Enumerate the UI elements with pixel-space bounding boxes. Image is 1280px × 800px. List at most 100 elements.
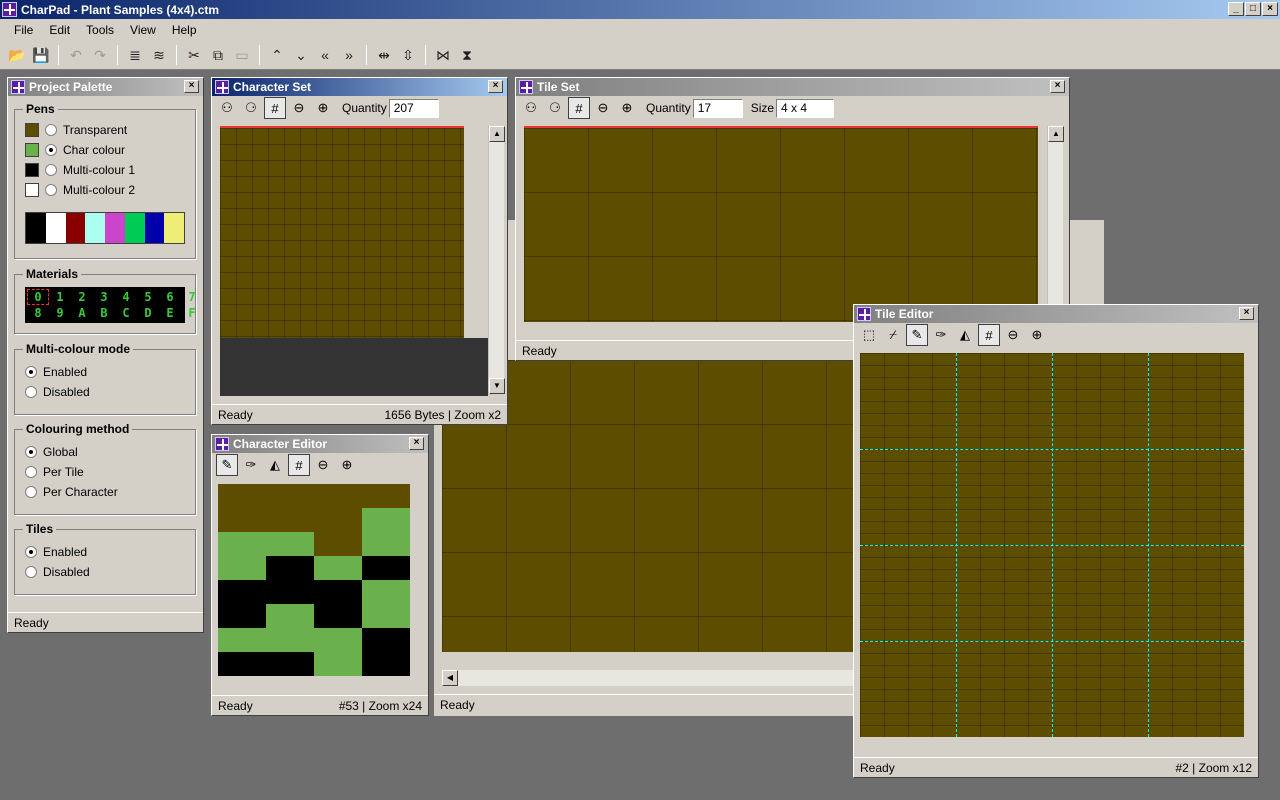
material-cell[interactable]: A bbox=[72, 306, 92, 320]
material-cell[interactable]: C bbox=[116, 306, 136, 320]
radio-button[interactable] bbox=[25, 566, 37, 578]
save-icon[interactable]: 💾 bbox=[30, 44, 52, 66]
quantity-field[interactable]: 207 bbox=[388, 98, 439, 118]
list-icon[interactable]: ≣ bbox=[124, 44, 146, 66]
close-button[interactable]: × bbox=[1262, 2, 1278, 16]
menu-tools[interactable]: Tools bbox=[78, 23, 122, 37]
tile-set-canvas[interactable] bbox=[524, 126, 1038, 322]
mirror-vertical-icon[interactable]: ⧗ bbox=[456, 44, 478, 66]
material-cell[interactable]: 1 bbox=[50, 290, 70, 304]
character-set-canvas[interactable] bbox=[220, 126, 464, 338]
scroll-up-icon[interactable]: ▲ bbox=[489, 126, 505, 142]
project-palette-title-bar[interactable]: Project Palette × bbox=[8, 78, 203, 96]
pen-transparent[interactable]: Transparent bbox=[15, 120, 195, 140]
materials-grid[interactable]: 0 1 2 3 4 5 6 7 8 9 A B C D E F bbox=[25, 287, 196, 323]
grid-icon[interactable]: # bbox=[978, 324, 1000, 346]
scroll-up-icon[interactable]: ▲ bbox=[1048, 126, 1064, 142]
material-cell[interactable]: 9 bbox=[50, 306, 70, 320]
select-icon[interactable]: ⬚ bbox=[858, 324, 880, 346]
material-cell[interactable]: 6 bbox=[160, 290, 180, 304]
grid-icon[interactable]: # bbox=[288, 454, 310, 476]
menu-view[interactable]: View bbox=[122, 23, 164, 37]
fill-icon[interactable]: ◭ bbox=[264, 454, 286, 476]
pen-multi-colour-1[interactable]: Multi-colour 1 bbox=[15, 160, 195, 180]
colour-stripes[interactable] bbox=[25, 212, 185, 244]
binoculars-icon[interactable]: ⚇ bbox=[520, 97, 542, 119]
material-cell[interactable]: 2 bbox=[72, 290, 92, 304]
binoculars-icon[interactable]: ⚇ bbox=[216, 97, 238, 119]
grid-icon[interactable]: # bbox=[264, 97, 286, 119]
binoculars-find-icon[interactable]: ⚆ bbox=[240, 97, 262, 119]
maximize-button[interactable]: □ bbox=[1245, 2, 1261, 16]
mcmode-enabled[interactable]: Enabled bbox=[15, 362, 195, 382]
wrap-icon[interactable]: ≋ bbox=[148, 44, 170, 66]
radio-button[interactable] bbox=[45, 124, 57, 136]
material-cell[interactable]: F bbox=[182, 306, 202, 320]
tile-set-title-bar[interactable]: Tile Set × bbox=[516, 78, 1069, 96]
flip-horizontal-icon[interactable]: ⇹ bbox=[373, 44, 395, 66]
shift-left-icon[interactable]: « bbox=[314, 44, 336, 66]
zoom-in-icon[interactable]: ⊕ bbox=[616, 97, 638, 119]
radio-button[interactable] bbox=[25, 546, 37, 558]
mirror-horizontal-icon[interactable]: ⋈ bbox=[432, 44, 454, 66]
scroll-left-icon[interactable]: ◀ bbox=[442, 670, 458, 686]
colouring-global[interactable]: Global bbox=[15, 442, 195, 462]
minimize-button[interactable]: _ bbox=[1228, 2, 1244, 16]
flip-vertical-icon[interactable]: ⇳ bbox=[397, 44, 419, 66]
radio-button[interactable] bbox=[45, 144, 57, 156]
material-cell[interactable]: B bbox=[94, 306, 114, 320]
magic-pen-icon[interactable]: ✑ bbox=[240, 454, 262, 476]
material-cell[interactable]: 8 bbox=[28, 306, 48, 320]
zoom-out-icon[interactable]: ⊖ bbox=[592, 97, 614, 119]
radio-button[interactable] bbox=[25, 386, 37, 398]
map-horizontal-scrollbar[interactable]: ◀ bbox=[442, 670, 856, 686]
material-cell[interactable]: 3 bbox=[94, 290, 114, 304]
material-cell[interactable]: 4 bbox=[116, 290, 136, 304]
pen-icon[interactable]: ✎ bbox=[216, 454, 238, 476]
open-icon[interactable]: 📂 bbox=[6, 44, 28, 66]
radio-button[interactable] bbox=[25, 446, 37, 458]
zoom-out-icon[interactable]: ⊖ bbox=[312, 454, 334, 476]
binoculars-find-icon[interactable]: ⚆ bbox=[544, 97, 566, 119]
radio-button[interactable] bbox=[25, 466, 37, 478]
close-icon[interactable]: × bbox=[1050, 80, 1065, 93]
character-set-scrollbar[interactable]: ▲ ▼ bbox=[488, 126, 505, 394]
material-cell[interactable]: 5 bbox=[138, 290, 158, 304]
menu-help[interactable]: Help bbox=[164, 23, 205, 37]
zoom-in-icon[interactable]: ⊕ bbox=[336, 454, 358, 476]
shift-down-icon[interactable]: ⌄ bbox=[290, 44, 312, 66]
close-icon[interactable]: × bbox=[409, 437, 424, 450]
radio-button[interactable] bbox=[45, 164, 57, 176]
pen-char-colour[interactable]: Char colour bbox=[15, 140, 195, 160]
material-cell[interactable]: D bbox=[138, 306, 158, 320]
radio-button[interactable] bbox=[25, 486, 37, 498]
radio-button[interactable] bbox=[45, 184, 57, 196]
tile-editor-canvas[interactable] bbox=[860, 353, 1244, 737]
zoom-out-icon[interactable]: ⊖ bbox=[1002, 324, 1024, 346]
radio-button[interactable] bbox=[25, 366, 37, 378]
tile-set-scrollbar[interactable]: ▲ bbox=[1047, 126, 1064, 322]
shift-right-icon[interactable]: » bbox=[338, 44, 360, 66]
mcmode-disabled[interactable]: Disabled bbox=[15, 382, 195, 402]
zoom-out-icon[interactable]: ⊖ bbox=[288, 97, 310, 119]
quantity-field[interactable]: 17 bbox=[692, 98, 743, 118]
tiles-disabled[interactable]: Disabled bbox=[15, 562, 195, 582]
zoom-in-icon[interactable]: ⊕ bbox=[1026, 324, 1048, 346]
tile-editor-title-bar[interactable]: Tile Editor × bbox=[854, 305, 1258, 323]
colouring-per-tile[interactable]: Per Tile bbox=[15, 462, 195, 482]
material-cell[interactable]: E bbox=[160, 306, 180, 320]
menu-file[interactable]: File bbox=[6, 23, 41, 37]
close-icon[interactable]: × bbox=[488, 80, 503, 93]
undo-icon[interactable]: ↶ bbox=[65, 44, 87, 66]
redo-icon[interactable]: ↷ bbox=[89, 44, 111, 66]
material-cell[interactable]: 7 bbox=[182, 290, 202, 304]
menu-edit[interactable]: Edit bbox=[41, 23, 78, 37]
zoom-in-icon[interactable]: ⊕ bbox=[312, 97, 334, 119]
character-editor-canvas[interactable] bbox=[218, 484, 410, 676]
copy-icon[interactable]: ⧉ bbox=[207, 44, 229, 66]
paste-icon[interactable]: ▭ bbox=[231, 44, 253, 66]
size-dropdown[interactable]: 4 x 4 bbox=[776, 98, 835, 118]
tiles-enabled[interactable]: Enabled bbox=[15, 542, 195, 562]
scroll-down-icon[interactable]: ▼ bbox=[489, 378, 505, 394]
cut-icon[interactable]: ✂ bbox=[183, 44, 205, 66]
